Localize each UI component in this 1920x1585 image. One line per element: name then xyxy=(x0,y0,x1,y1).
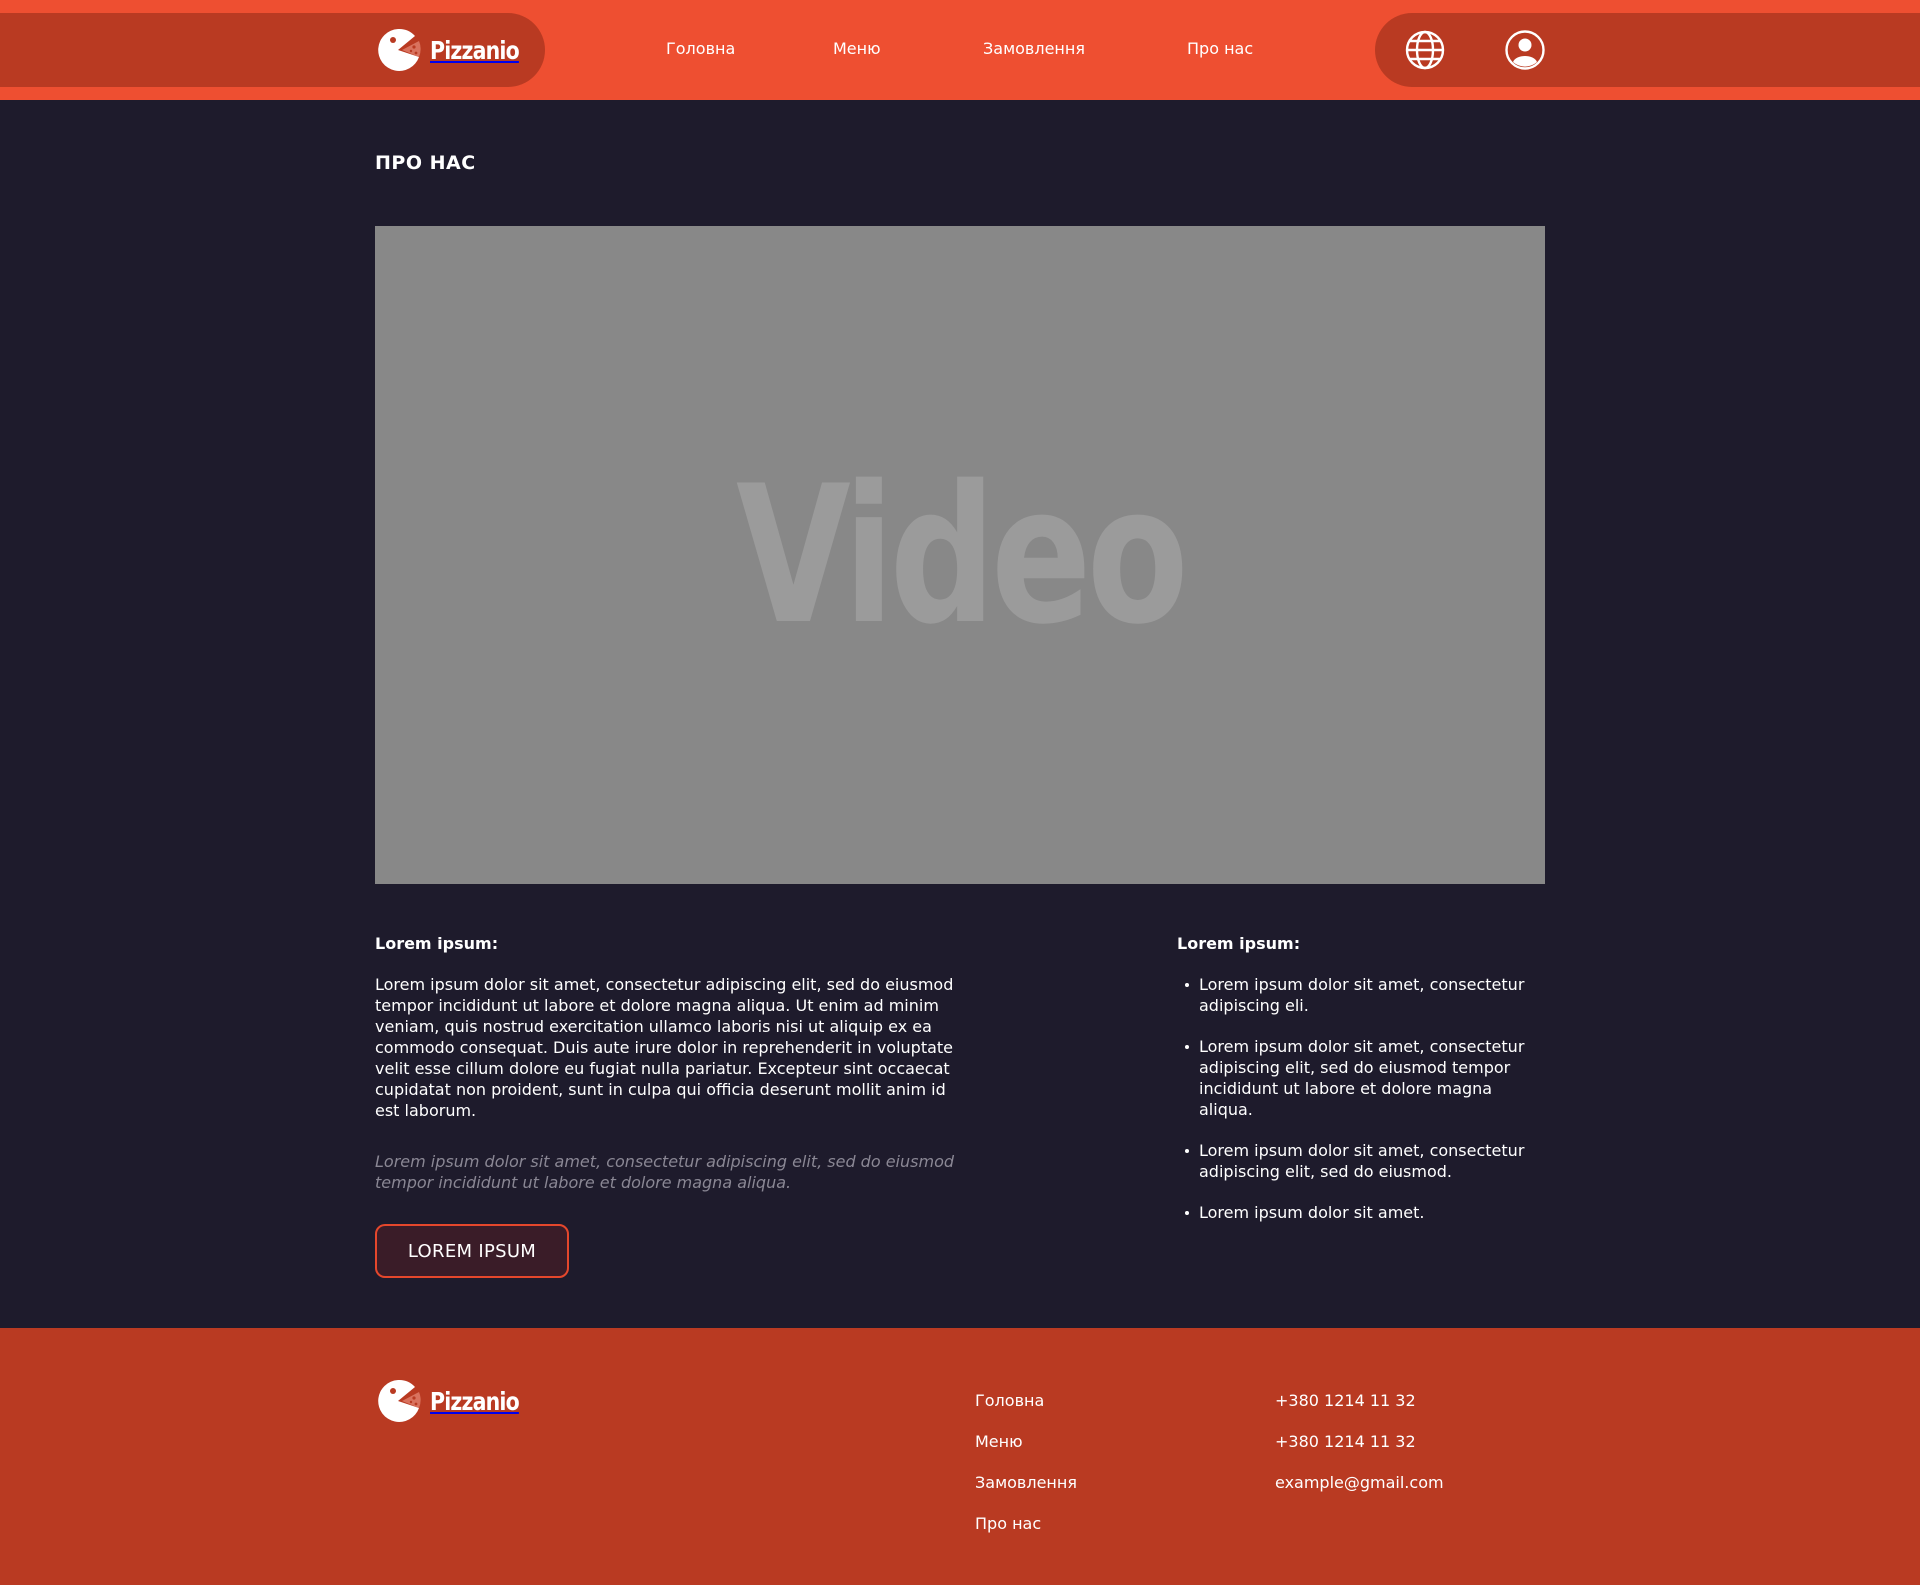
pizza-logo-icon xyxy=(375,1378,421,1424)
nav-orders[interactable]: Замовлення xyxy=(983,38,1085,60)
feature-list: Lorem ipsum dolor sit amet, consectetur … xyxy=(1177,974,1547,1243)
list-item: Lorem ipsum dolor sit amet, consectetur … xyxy=(1177,974,1547,1016)
footer-link-orders[interactable]: Замовлення xyxy=(975,1472,1077,1493)
footer-brand-name: Pizzanio xyxy=(430,1386,520,1416)
footer-link-about[interactable]: Про нас xyxy=(975,1513,1077,1534)
site-header: Pizzanio Головна Меню Замовлення Про нас xyxy=(0,0,1920,100)
list-item: Lorem ipsum dolor sit amet, consectetur … xyxy=(1177,1140,1547,1182)
video-placeholder-label: Video xyxy=(736,444,1189,666)
pizza-logo-icon xyxy=(375,27,421,73)
footer-link-home[interactable]: Головна xyxy=(975,1390,1077,1411)
nav-menu[interactable]: Меню xyxy=(833,38,881,60)
footer-link-menu[interactable]: Меню xyxy=(975,1431,1077,1452)
about-paragraph: Lorem ipsum dolor sit amet, consectetur … xyxy=(375,975,954,1120)
page-title: ПРО НАС xyxy=(375,152,476,174)
site-footer: Pizzanio Головна Меню Замовлення Про нас… xyxy=(0,1328,1920,1585)
footer-brand-logo[interactable]: Pizzanio xyxy=(375,1378,538,1424)
email-link[interactable]: example@gmail.com xyxy=(1275,1472,1444,1493)
globe-icon[interactable] xyxy=(1404,29,1446,71)
header-actions xyxy=(1375,13,1920,87)
phone-link[interactable]: +380 1214 11 32 xyxy=(1275,1390,1444,1411)
brand-logo[interactable]: Pizzanio xyxy=(375,27,538,73)
left-column-heading: Lorem ipsum: xyxy=(375,934,499,953)
brand-name: Pizzanio xyxy=(430,35,520,65)
nav-home[interactable]: Головна xyxy=(666,38,735,60)
right-column-heading: Lorem ipsum: xyxy=(1177,934,1301,953)
list-item: Lorem ipsum dolor sit amet, consectetur … xyxy=(1177,1036,1547,1120)
footer-contacts: +380 1214 11 32 +380 1214 11 32 example@… xyxy=(1275,1390,1444,1513)
list-item: Lorem ipsum dolor sit amet. xyxy=(1177,1202,1547,1223)
video-player[interactable]: Video xyxy=(375,226,1545,884)
user-icon[interactable] xyxy=(1504,29,1546,71)
italic-note: Lorem ipsum dolor sit amet, consectetur … xyxy=(375,1152,955,1192)
nav-about[interactable]: Про нас xyxy=(1187,38,1253,60)
phone-link[interactable]: +380 1214 11 32 xyxy=(1275,1431,1444,1452)
lorem-ipsum-button[interactable]: LOREM IPSUM xyxy=(375,1224,569,1278)
footer-nav: Головна Меню Замовлення Про нас xyxy=(975,1390,1077,1554)
